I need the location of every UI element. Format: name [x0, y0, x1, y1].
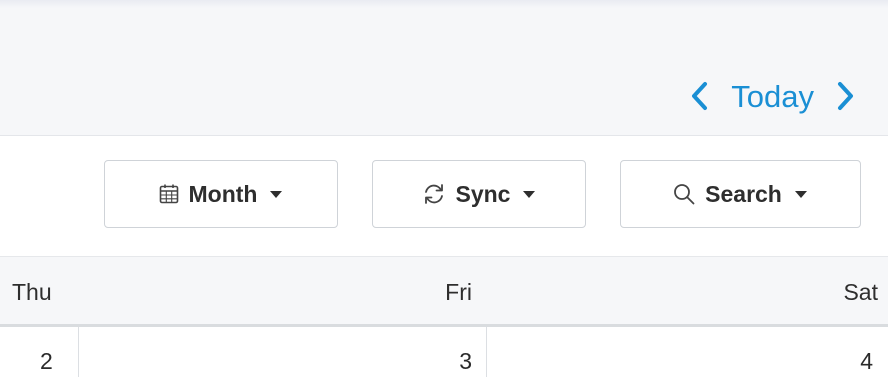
sync-label: Sync — [455, 180, 511, 207]
calendar-toolbar: Month Sync Search — [0, 136, 888, 256]
month-label: Month — [188, 180, 258, 207]
date-number: 4 — [860, 348, 873, 374]
caret-down-icon — [794, 189, 808, 199]
header-shadow — [0, 0, 888, 8]
date-number: 3 — [459, 348, 472, 374]
date-cell-3[interactable]: 3 — [79, 327, 487, 377]
day-header-thu: Thu — [12, 279, 52, 305]
calendar-icon — [159, 184, 179, 204]
calendar-page: Today Month Sync Search Thu Fri Sat 2 3 … — [0, 0, 888, 377]
week-row: 2 3 4 — [0, 327, 888, 377]
prev-button[interactable] — [685, 76, 713, 116]
next-button[interactable] — [832, 76, 860, 116]
day-header-row: Thu Fri Sat — [0, 256, 888, 327]
date-number: 2 — [40, 348, 53, 374]
today-button[interactable]: Today — [731, 81, 814, 112]
day-header-sat: Sat — [843, 279, 878, 305]
search-button[interactable]: Search — [620, 160, 861, 228]
chevron-right-icon — [837, 81, 855, 111]
sync-icon — [422, 183, 446, 205]
day-header-fri: Fri — [445, 279, 472, 305]
calendar-header: Today — [0, 0, 888, 136]
chevron-left-icon — [690, 81, 708, 111]
date-cell-4[interactable]: 4 — [487, 327, 888, 377]
date-navigation: Today — [685, 74, 860, 118]
caret-down-icon — [522, 189, 536, 199]
sync-button[interactable]: Sync — [372, 160, 586, 228]
caret-down-icon — [269, 189, 283, 199]
month-view-button[interactable]: Month — [104, 160, 338, 228]
search-label: Search — [705, 180, 782, 207]
date-cell-2[interactable]: 2 — [0, 327, 79, 377]
search-icon — [673, 183, 695, 205]
